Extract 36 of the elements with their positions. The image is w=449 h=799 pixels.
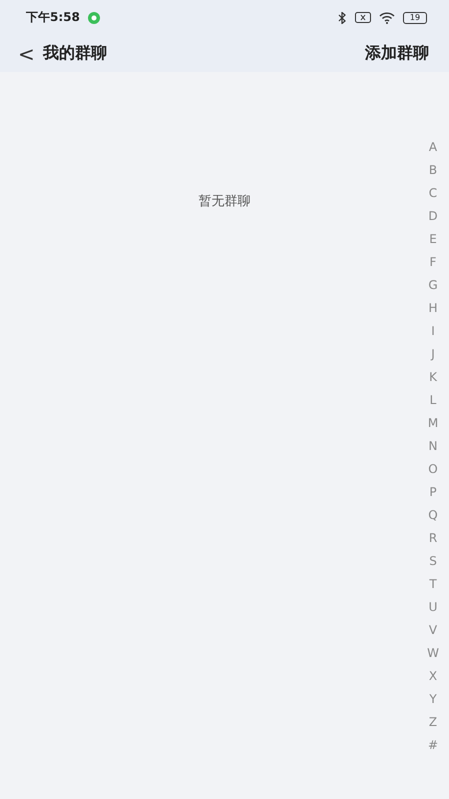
bluetooth-icon (338, 12, 347, 24)
index-letter[interactable]: P (425, 481, 441, 504)
index-letter[interactable]: C (425, 182, 441, 205)
index-letter[interactable]: N (425, 435, 441, 458)
index-letter[interactable]: U (425, 596, 441, 619)
index-letter[interactable]: K (425, 366, 441, 389)
index-letter[interactable]: A (425, 136, 441, 159)
index-letter[interactable]: I (425, 320, 441, 343)
index-letter[interactable]: V (425, 619, 441, 642)
index-letter[interactable]: T (425, 573, 441, 596)
back-button[interactable]: < (18, 42, 43, 66)
index-letter[interactable]: X (425, 665, 441, 688)
page-title: 我的群聊 (42, 43, 107, 64)
index-letter[interactable]: M (425, 412, 441, 435)
index-letter[interactable]: L (425, 389, 441, 412)
index-letter[interactable]: G (425, 274, 441, 297)
empty-message: 暂无群聊 (198, 193, 252, 210)
sim-card-icon (355, 12, 371, 23)
index-letter[interactable]: O (425, 458, 441, 481)
index-letter[interactable]: E (425, 228, 441, 251)
index-letter[interactable]: # (425, 734, 441, 757)
status-time: 下午5:58 (26, 9, 80, 26)
index-letter[interactable]: F (425, 251, 441, 274)
index-letter[interactable]: B (425, 159, 441, 182)
index-letter[interactable]: W (425, 642, 441, 665)
wifi-icon (379, 12, 395, 24)
index-letter[interactable]: Z (425, 711, 441, 734)
index-letter[interactable]: S (425, 550, 441, 573)
index-letter[interactable]: R (425, 527, 441, 550)
index-letter[interactable]: H (425, 297, 441, 320)
index-letter[interactable]: J (425, 343, 441, 366)
add-group-button[interactable]: 添加群聊 (365, 43, 429, 64)
index-letter[interactable]: Q (425, 504, 441, 527)
battery-icon: 19 (403, 12, 427, 24)
index-letter[interactable]: Y (425, 688, 441, 711)
index-letter[interactable]: D (425, 205, 441, 228)
